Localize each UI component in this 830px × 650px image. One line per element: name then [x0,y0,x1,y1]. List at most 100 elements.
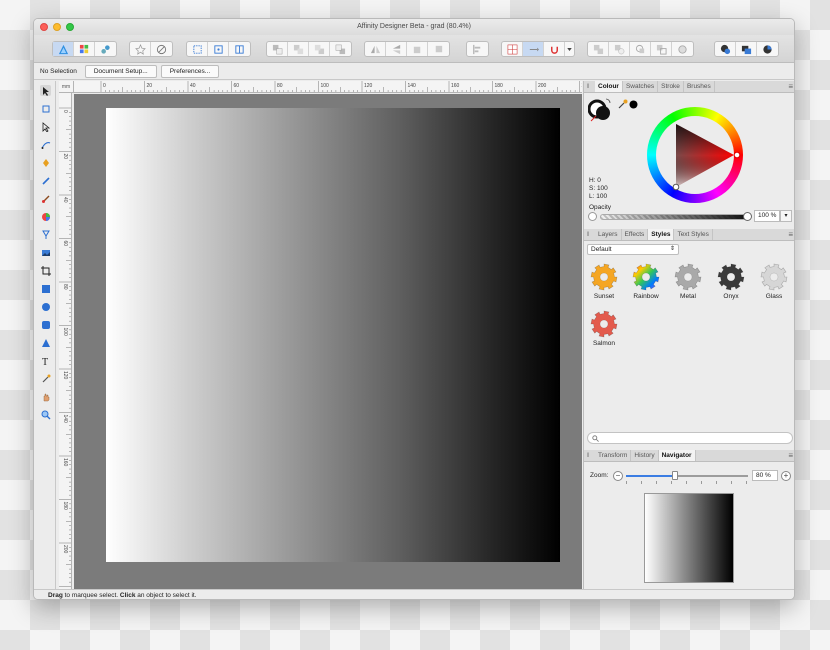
rectangle-tool[interactable] [40,283,51,294]
boolean-add-button[interactable] [588,42,609,56]
rotate-left-button[interactable] [407,42,428,56]
insert-inside-button[interactable] [544,42,565,56]
close-window-button[interactable] [40,23,48,31]
zoom-label: Zoom: [590,472,609,479]
tab-brushes[interactable]: Brushes [684,81,715,92]
pencil-tool[interactable] [40,175,51,186]
tab-stroke[interactable]: Stroke [658,81,684,92]
tab-text-styles[interactable]: Text Styles [674,229,713,240]
panel-menu-icon[interactable]: ≡ [788,229,793,240]
align-button[interactable] [467,42,488,56]
place-image-tool[interactable] [40,247,51,258]
export-persona-button[interactable] [95,42,116,56]
preferences-button[interactable]: Preferences... [160,65,220,78]
designer-persona-button[interactable] [53,42,74,56]
artboard-tool[interactable] [40,103,51,114]
move-forward-one-button[interactable] [309,42,330,56]
boolean-subtract-button[interactable] [609,42,630,56]
fill-stroke-swatch[interactable] [588,97,614,123]
panel-grip-icon[interactable]: ‖ [587,453,595,459]
boolean-intersect-button[interactable] [630,42,651,56]
insertion-grid-button[interactable] [502,42,523,56]
colour-picker-button[interactable] [757,42,778,56]
panel-grip-icon[interactable]: ‖ [587,232,595,238]
zoom-out-button[interactable]: − [613,471,623,481]
boolean-xor-button[interactable] [651,42,672,56]
move-to-back-button[interactable] [267,42,288,56]
tab-history[interactable]: History [631,450,659,461]
insert-behind-button[interactable] [523,42,544,56]
clear-button[interactable] [151,42,172,56]
snap-grid-button[interactable] [229,42,250,56]
zoom-slider[interactable] [626,471,748,480]
opacity-toggle[interactable] [588,212,597,221]
transparency-tool[interactable] [40,229,51,240]
saturation-triangle[interactable] [647,107,743,203]
gradient-artboard[interactable] [106,108,560,562]
vector-brush-tool[interactable] [40,193,51,204]
saturation-handle[interactable] [672,183,680,191]
hue-handle[interactable] [733,151,741,159]
show-assistant-button[interactable] [715,42,736,56]
ellipse-tool[interactable] [40,301,51,312]
tab-transform[interactable]: Transform [595,450,632,461]
arrange-studio-button[interactable] [736,42,757,56]
opacity-dropdown[interactable]: ▾ [780,210,792,222]
navigator-preview[interactable] [644,493,734,583]
style-onyx[interactable]: Onyx [711,263,751,300]
style-category-select[interactable]: Default ⇕ [587,244,679,255]
colour-picker-icon[interactable] [618,99,628,109]
crop-tool[interactable] [40,265,51,276]
status-click-text: an object to select it. [135,592,197,599]
triangle-tool[interactable] [40,337,51,348]
snap-center-button[interactable] [208,42,229,56]
flip-horizontal-button[interactable] [365,42,386,56]
maximize-window-button[interactable] [66,23,74,31]
zoom-slider-handle[interactable] [671,471,678,480]
zoom-tool[interactable] [40,409,51,420]
view-tool[interactable] [40,391,51,402]
opacity-value-field[interactable]: 100 % [754,210,780,222]
zoom-in-button[interactable]: + [781,471,791,481]
zoom-value-field[interactable]: 80 % [752,470,778,481]
opacity-slider[interactable] [600,214,748,220]
boolean-divide-button[interactable] [672,42,693,56]
node-tool[interactable] [40,121,51,132]
snapping-options-dropdown[interactable] [565,42,574,56]
tab-swatches[interactable]: Swatches [623,81,659,92]
move-back-one-button[interactable] [288,42,309,56]
document-setup-button[interactable]: Document Setup... [84,65,157,78]
place-image-button[interactable] [130,42,151,56]
panel-grip-icon[interactable]: ‖ [587,84,595,90]
style-glass[interactable]: Glass [754,263,794,300]
canvas-area[interactable] [74,94,582,589]
color-picker-tool[interactable] [40,373,51,384]
snap-bounds-button[interactable] [187,42,208,56]
style-rainbow[interactable]: Rainbow [626,263,666,300]
tab-styles[interactable]: Styles [648,229,675,240]
flip-vertical-button[interactable] [386,42,407,56]
tab-navigator[interactable]: Navigator [658,450,696,461]
style-sunset[interactable]: Sunset [584,263,624,300]
move-to-front-button[interactable] [330,42,351,56]
panel-menu-icon[interactable]: ≡ [788,450,793,461]
artistic-text-tool[interactable]: T [40,355,51,366]
tab-colour[interactable]: Colour [595,81,623,92]
rounded-rectangle-tool[interactable] [40,319,51,330]
style-salmon[interactable]: Salmon [584,310,624,347]
panel-menu-icon[interactable]: ≡ [788,81,793,92]
styles-search-input[interactable] [587,432,793,444]
tab-layers[interactable]: Layers [595,229,622,240]
minimize-window-button[interactable] [53,23,61,31]
move-tool[interactable] [40,85,51,96]
opacity-slider-handle[interactable] [743,212,752,221]
rotate-right-button[interactable] [428,42,449,56]
point-transform-tool[interactable] [40,139,51,150]
style-metal[interactable]: Metal [668,263,708,300]
ruler-label: 0 [62,110,68,113]
pen-tool[interactable] [40,157,51,168]
colour-wheel[interactable] [647,107,743,203]
pixel-persona-button[interactable] [74,42,95,56]
fill-tool[interactable] [40,211,51,222]
tab-effects[interactable]: Effects [622,229,649,240]
